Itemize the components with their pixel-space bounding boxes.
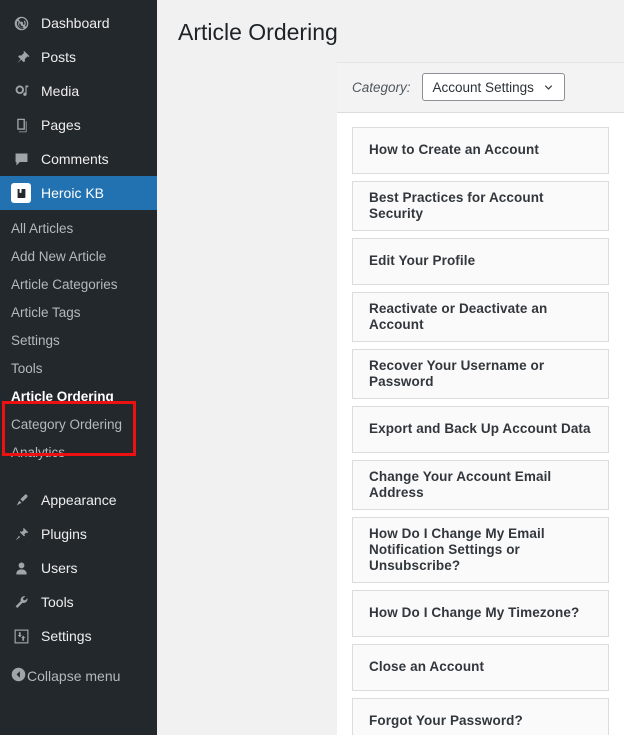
- article-title: Forgot Your Password?: [369, 713, 523, 729]
- sidebar-item-heroic-kb[interactable]: Heroic KB: [0, 176, 157, 210]
- sidebar-item-label: Plugins: [41, 526, 87, 542]
- comment-icon: [10, 149, 32, 169]
- pin-icon: [10, 47, 32, 67]
- article-order-item[interactable]: How Do I Change My Email Notification Se…: [352, 516, 609, 583]
- sidebar-item-label: Posts: [41, 49, 77, 65]
- article-title: Change Your Account Email Address: [369, 468, 552, 500]
- sidebar-divider: [0, 473, 157, 483]
- sidebar-item-label: Users: [41, 560, 78, 576]
- article-order-item[interactable]: Close an Account: [352, 643, 609, 691]
- sidebar-item-label: Media: [41, 83, 80, 99]
- submenu-item-settings[interactable]: Settings: [0, 327, 157, 355]
- sidebar-item-media[interactable]: Media: [0, 74, 157, 108]
- article-order-item[interactable]: Export and Back Up Account Data: [352, 405, 609, 453]
- sidebar-item-dashboard[interactable]: Dashboard: [0, 6, 157, 40]
- media-icon: [10, 81, 32, 101]
- article-title: Best Practices for Account Security: [369, 189, 544, 221]
- collapse-menu-button[interactable]: Collapse menu: [0, 659, 157, 693]
- sidebar-item-label: Heroic KB: [41, 185, 105, 201]
- article-order-item[interactable]: How to Create an Account: [352, 126, 609, 174]
- sidebar-item-label: Dashboard: [41, 15, 110, 31]
- collapse-arrow-icon: [10, 666, 27, 686]
- article-title: Close an Account: [369, 659, 485, 675]
- article-order-item[interactable]: Best Practices for Account Security: [352, 180, 609, 231]
- chevron-down-icon: [542, 81, 555, 94]
- article-title: How Do I Change My Email Notification Se…: [369, 525, 545, 573]
- category-toolbar: Category: Account Settings: [337, 62, 624, 113]
- sidebar-item-posts[interactable]: Posts: [0, 40, 157, 74]
- sidebar-item-tools[interactable]: Tools: [0, 585, 157, 619]
- article-order-item[interactable]: Change Your Account Email Address: [352, 459, 609, 510]
- submenu-item-category-ordering[interactable]: Category Ordering: [0, 411, 157, 439]
- sidebar-item-label: Appearance: [41, 492, 117, 508]
- wordpress-admin-screen: Dashboard Posts Media Pages Comments Her…: [0, 0, 624, 735]
- user-icon: [10, 558, 32, 578]
- sidebar-item-users[interactable]: Users: [0, 551, 157, 585]
- wrench-icon: [10, 592, 32, 612]
- pages-icon: [10, 115, 32, 135]
- article-title: How Do I Change My Timezone?: [369, 605, 580, 621]
- article-title: How to Create an Account: [369, 142, 539, 158]
- heroic-kb-submenu: All Articles Add New Article Article Cat…: [0, 210, 157, 473]
- collapse-menu-label: Collapse menu: [27, 668, 121, 684]
- category-select-value: Account Settings: [432, 79, 534, 95]
- submenu-item-all-articles[interactable]: All Articles: [0, 215, 157, 243]
- brush-icon: [10, 490, 32, 510]
- sidebar-item-plugins[interactable]: Plugins: [0, 517, 157, 551]
- category-select[interactable]: Account Settings: [421, 73, 565, 102]
- category-label: Category:: [352, 79, 411, 95]
- sidebar-item-label: Tools: [41, 594, 74, 610]
- article-title: Edit Your Profile: [369, 253, 476, 269]
- article-ordering-panel: Category: Account Settings How to Create…: [337, 61, 624, 735]
- sidebar-item-label: Settings: [41, 628, 92, 644]
- sidebar-item-appearance[interactable]: Appearance: [0, 483, 157, 517]
- page-title: Article Ordering: [178, 19, 338, 45]
- article-order-item[interactable]: How Do I Change My Timezone?: [352, 589, 609, 637]
- sidebar-item-settings[interactable]: Settings: [0, 619, 157, 653]
- submenu-item-tools[interactable]: Tools: [0, 355, 157, 383]
- article-title: Recover Your Username or Password: [369, 357, 545, 389]
- submenu-item-article-tags[interactable]: Article Tags: [0, 299, 157, 327]
- article-order-item[interactable]: Reactivate or Deactivate an Account: [352, 291, 609, 342]
- plug-icon: [10, 524, 32, 544]
- article-title: Export and Back Up Account Data: [369, 421, 591, 437]
- dashboard-icon: [10, 13, 32, 33]
- article-order-item[interactable]: Recover Your Username or Password: [352, 348, 609, 399]
- article-title: Reactivate or Deactivate an Account: [369, 300, 548, 332]
- main-content: Article Ordering Category: Account Setti…: [157, 0, 624, 735]
- submenu-item-analytics[interactable]: Analytics: [0, 439, 157, 467]
- submenu-item-article-categories[interactable]: Article Categories: [0, 271, 157, 299]
- sidebar-top-menu: Dashboard Posts Media Pages Comments Her…: [0, 0, 157, 693]
- article-order-item[interactable]: Edit Your Profile: [352, 237, 609, 285]
- sidebar-item-label: Pages: [41, 117, 81, 133]
- sliders-icon: [10, 626, 32, 646]
- sidebar-item-label: Comments: [41, 151, 109, 167]
- submenu-item-add-new-article[interactable]: Add New Article: [0, 243, 157, 271]
- admin-sidebar: Dashboard Posts Media Pages Comments Her…: [0, 0, 157, 735]
- article-order-list: How to Create an Account Best Practices …: [337, 113, 624, 735]
- submenu-item-article-ordering[interactable]: Article Ordering: [0, 383, 157, 411]
- sidebar-item-pages[interactable]: Pages: [0, 108, 157, 142]
- article-order-item[interactable]: Forgot Your Password?: [352, 697, 609, 735]
- sidebar-item-comments[interactable]: Comments: [0, 142, 157, 176]
- book-icon: [10, 183, 32, 203]
